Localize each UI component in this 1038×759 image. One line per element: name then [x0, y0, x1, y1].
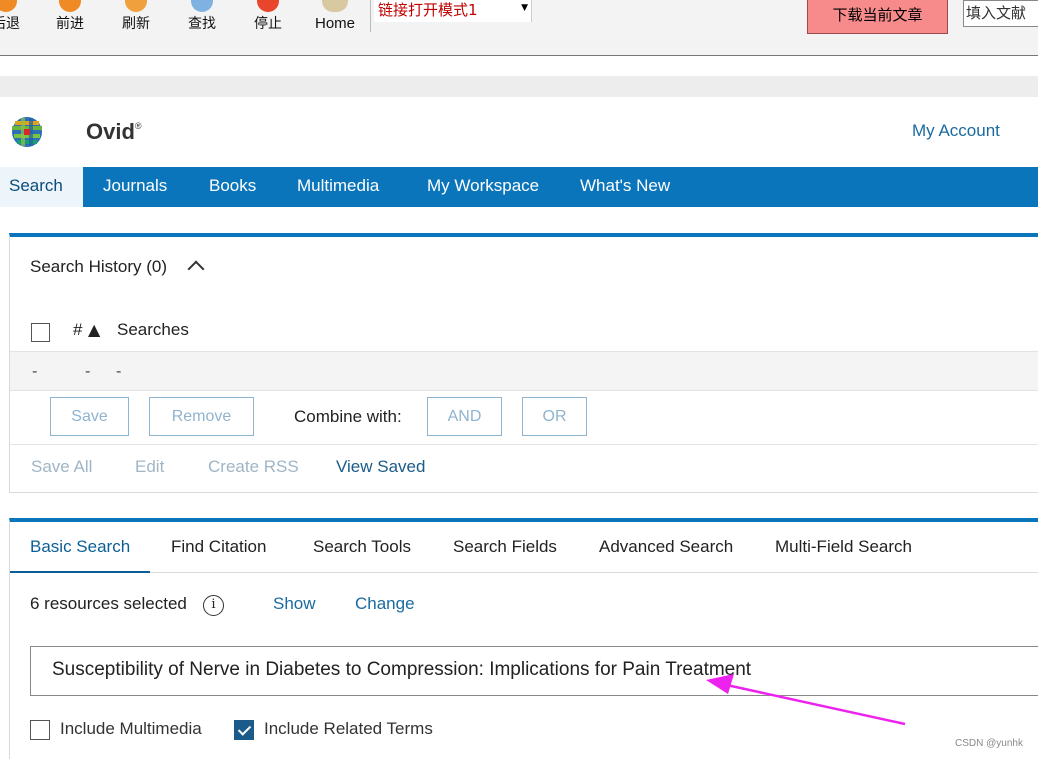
link-mode-select[interactable]: 链接打开模式1 ▼	[374, 0, 532, 22]
row-cell: -	[116, 362, 122, 380]
resources-selected-text: 6 resources selected	[30, 594, 187, 613]
nav-whats-new[interactable]: What's New	[580, 167, 670, 207]
create-rss-link[interactable]: Create RSS	[208, 457, 299, 477]
refresh-label: 刷新	[122, 16, 150, 32]
include-multimedia-label[interactable]: Include Multimedia	[60, 719, 202, 739]
show-resources-link[interactable]: Show	[273, 594, 316, 614]
divider	[10, 444, 1038, 445]
include-multimedia-checkbox[interactable]	[30, 720, 50, 740]
magnifier-icon	[191, 0, 213, 12]
save-button[interactable]: Save	[50, 397, 129, 436]
select-all-checkbox[interactable]	[31, 323, 50, 342]
home-label: Home	[314, 15, 355, 32]
dropdown-arrow-icon: ▼	[521, 3, 528, 13]
registered-mark: ®	[134, 121, 142, 131]
tab-search-tools[interactable]: Search Tools	[313, 522, 411, 573]
include-related-terms-label[interactable]: Include Related Terms	[264, 719, 433, 739]
find-button[interactable]: 查找	[182, 0, 222, 34]
sort-ascending-icon[interactable]: ▲	[88, 320, 100, 339]
save-all-link[interactable]: Save All	[31, 457, 92, 477]
view-saved-link[interactable]: View Saved	[336, 457, 425, 477]
stop-icon	[257, 0, 279, 12]
forward-button[interactable]: 前进	[50, 0, 90, 34]
refresh-icon	[125, 0, 147, 12]
home-icon	[322, 0, 348, 12]
search-history-panel: Search History (0) # ▲ Searches - - - Sa…	[9, 233, 1038, 493]
column-searches-header: Searches	[117, 320, 189, 339]
refresh-button[interactable]: 刷新	[116, 0, 156, 34]
fill-reference-input[interactable]: 填入文献	[963, 0, 1038, 27]
toolbar-divider	[370, 0, 371, 32]
download-article-button[interactable]: 下载当前文章	[807, 0, 948, 34]
back-button[interactable]: 后退	[0, 0, 26, 34]
forward-label: 前进	[56, 16, 84, 32]
search-query-input[interactable]: Susceptibility of Nerve in Diabetes to C…	[30, 646, 1038, 696]
info-icon[interactable]: i	[203, 595, 224, 616]
stop-button[interactable]: 停止	[248, 0, 288, 34]
stop-label: 停止	[254, 16, 282, 32]
link-mode-value: 链接打开模式1	[378, 1, 478, 19]
include-related-terms-checkbox[interactable]	[234, 720, 254, 740]
tab-advanced-search[interactable]: Advanced Search	[599, 522, 733, 573]
brand-text: Ovid	[86, 119, 135, 144]
back-icon	[0, 0, 17, 12]
my-account-link[interactable]: My Account	[912, 121, 1000, 141]
nav-search[interactable]: Search	[0, 167, 83, 207]
combine-and-button[interactable]: AND	[427, 397, 502, 436]
search-history-title[interactable]: Search History (0)	[30, 257, 167, 277]
row-cell: -	[85, 362, 91, 380]
remove-button[interactable]: Remove	[149, 397, 254, 436]
chevron-up-icon[interactable]	[187, 260, 205, 278]
ovid-logo-icon[interactable]	[10, 115, 44, 149]
nav-multimedia[interactable]: Multimedia	[297, 167, 379, 207]
forward-icon	[59, 0, 81, 12]
main-nav: Search Journals Books Multimedia My Work…	[0, 167, 1038, 207]
brand-name: Ovid®	[86, 119, 142, 145]
row-cell: -	[32, 362, 38, 380]
home-button[interactable]: Home	[310, 0, 360, 34]
column-number-header[interactable]: #	[73, 320, 82, 340]
find-label: 查找	[188, 16, 216, 32]
tab-search-fields[interactable]: Search Fields	[453, 522, 557, 573]
nav-my-workspace[interactable]: My Workspace	[427, 167, 539, 207]
site-header: Ovid® My Account	[0, 97, 1038, 167]
search-panel: Basic Search Find Citation Search Tools …	[9, 518, 1038, 759]
nav-journals[interactable]: Journals	[103, 167, 167, 207]
tab-multi-field-search[interactable]: Multi-Field Search	[775, 522, 912, 573]
tab-basic-search[interactable]: Basic Search	[10, 522, 151, 573]
change-resources-link[interactable]: Change	[355, 594, 415, 614]
tab-find-citation[interactable]: Find Citation	[171, 522, 266, 573]
page-top-band	[0, 76, 1038, 97]
combine-with-label: Combine with:	[294, 407, 402, 426]
search-tabs: Basic Search Find Citation Search Tools …	[10, 522, 1038, 573]
nav-books[interactable]: Books	[209, 167, 256, 207]
table-row: - - -	[10, 351, 1038, 391]
combine-or-button[interactable]: OR	[522, 397, 587, 436]
edit-link[interactable]: Edit	[135, 457, 164, 477]
back-label: 后退	[0, 16, 20, 32]
watermark: CSDN @yunhk	[955, 738, 1023, 749]
browser-toolbar: 后退 前进 刷新 查找 停止 Home 链接打开模式1 ▼ 下载当前文章 填入文…	[0, 0, 1038, 56]
